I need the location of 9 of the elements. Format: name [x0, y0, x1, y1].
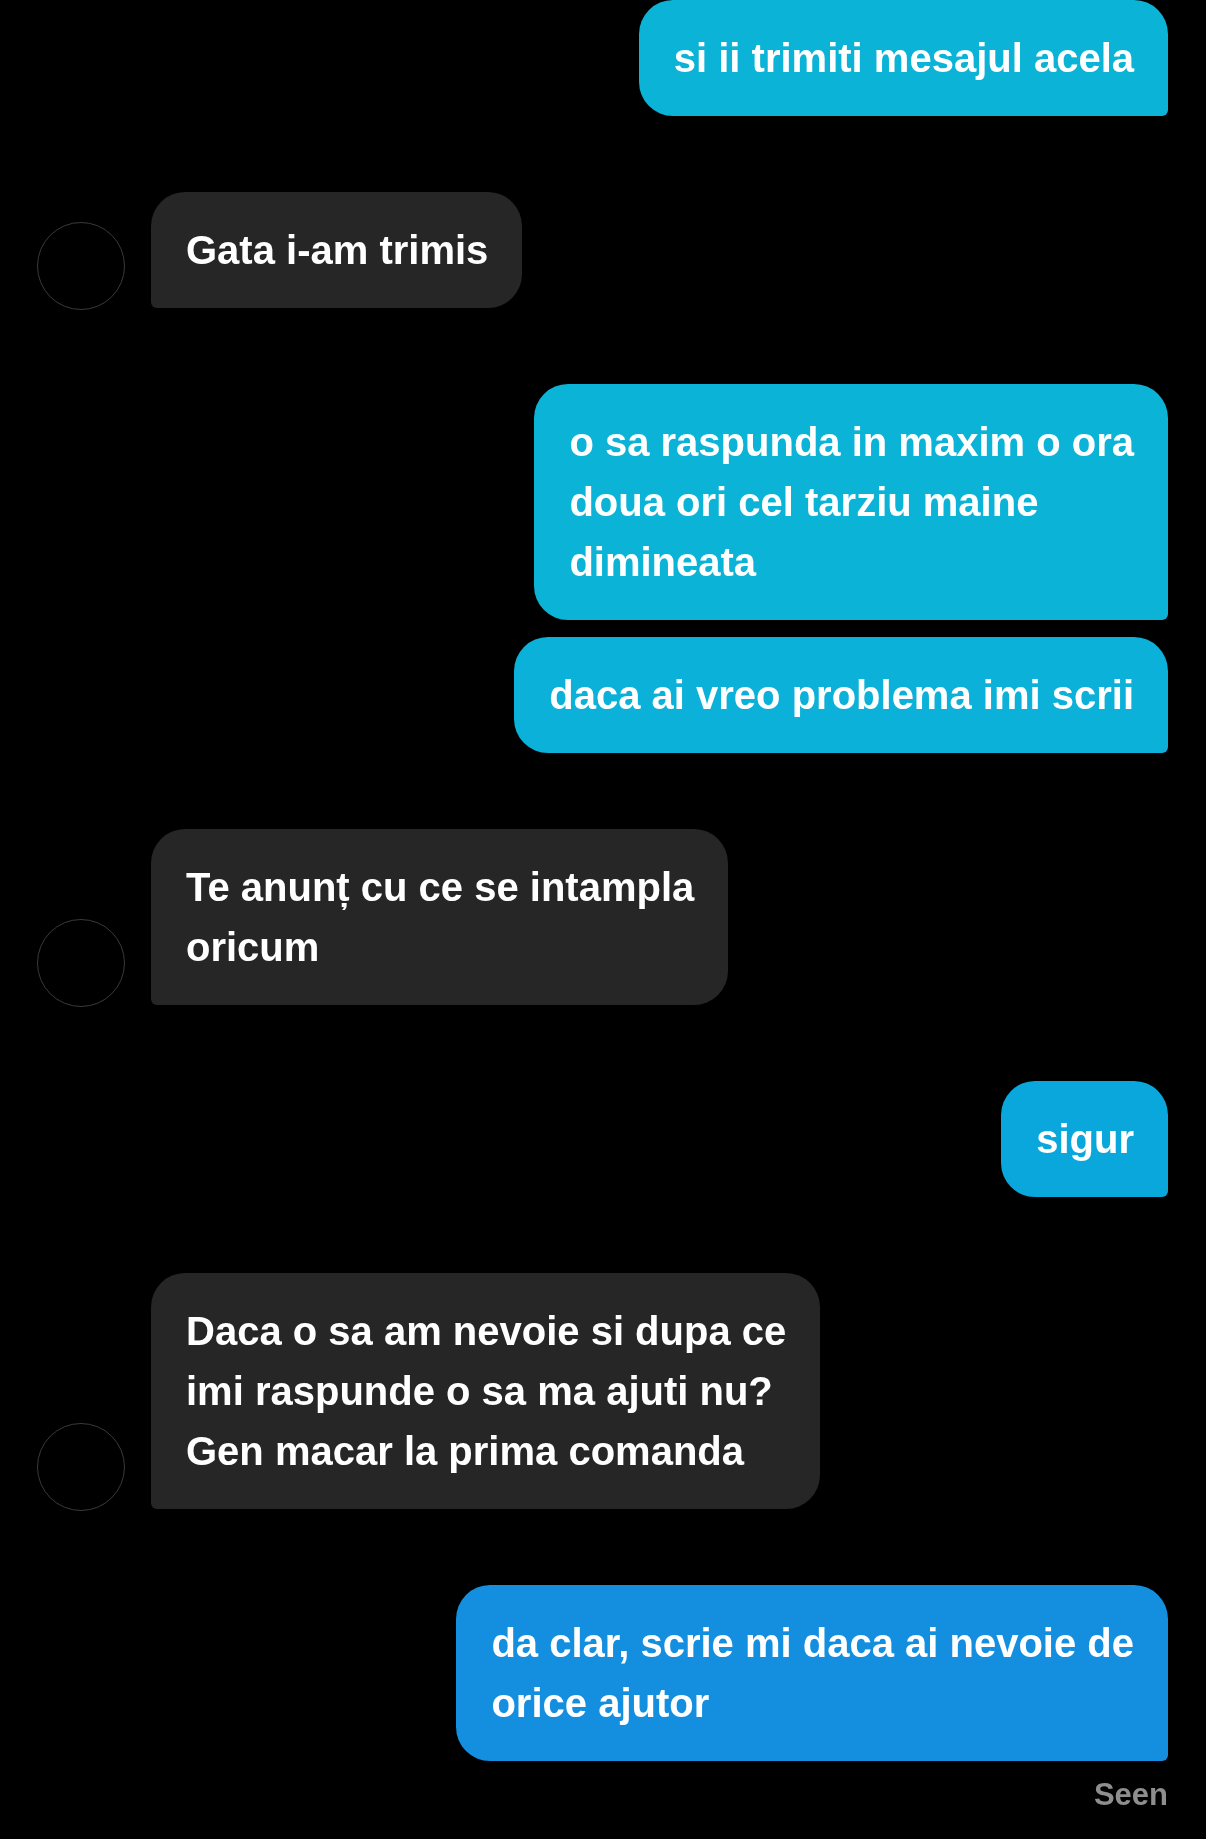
sent-message: da clar, scrie mi daca ai nevoie de orice ajutor: [456, 1585, 1168, 1761]
sent-message: o sa raspunda in maxim o ora doua ori cel tarziu maine dimineata: [534, 384, 1168, 620]
received-message: Te anunț cu ce se intampla oricum: [151, 829, 729, 1005]
sent-message: daca ai vreo problema imi scrii: [514, 637, 1168, 753]
received-message: Daca o sa am nevoie si dupa ce imi raspunde o sa ma ajuti nu? Gen macar la prima comanda: [151, 1273, 821, 1509]
seen-status: Seen: [1093, 1777, 1168, 1813]
sent-message: sigur: [1001, 1081, 1168, 1197]
sent-message: si ii trimiti mesajul acela: [638, 0, 1168, 116]
received-message: Gata i-am trimis: [151, 192, 523, 308]
